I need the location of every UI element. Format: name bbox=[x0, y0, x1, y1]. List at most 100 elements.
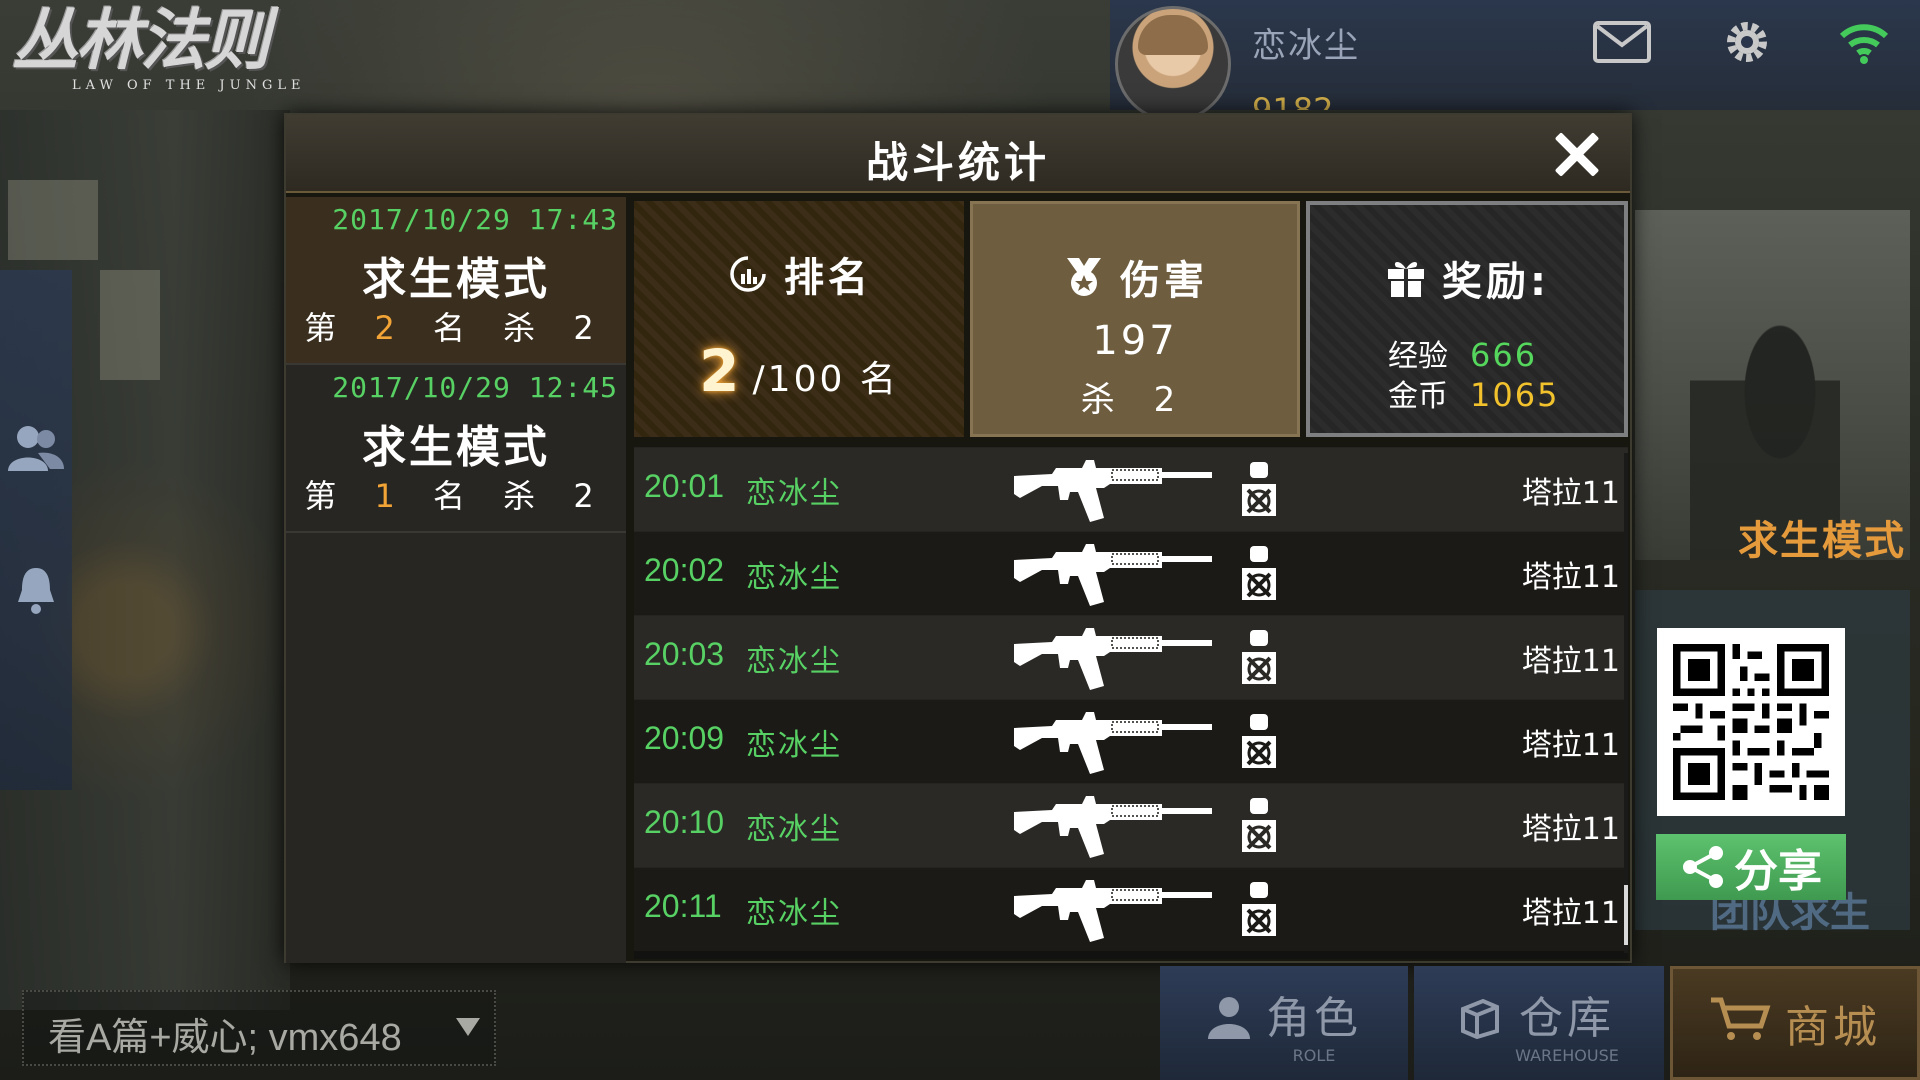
kill-feed-row: 20:01 恋冰尘 塔拉11 bbox=[634, 447, 1628, 531]
match-result: 第 2 名 杀 2 bbox=[304, 309, 608, 347]
chat-input[interactable]: 看A篇+威心; vmx648 bbox=[22, 990, 496, 1066]
kill-time: 20:10 bbox=[644, 804, 725, 840]
background-note bbox=[8, 180, 98, 260]
logo-subtitle: LAW OF THE JUNGLE bbox=[72, 78, 306, 93]
kill-feed-row: 20:02 恋冰尘 塔拉11 bbox=[634, 531, 1628, 615]
match-date: 2017/10/29 12:45 bbox=[332, 371, 618, 404]
share-button[interactable]: 分享 bbox=[1656, 834, 1846, 900]
chat-text: 看A篇+威心; vmx648 bbox=[48, 1017, 402, 1059]
close-button[interactable] bbox=[1546, 123, 1608, 185]
tab-role[interactable]: 角色 ROLE bbox=[1160, 966, 1408, 1080]
match-mode: 求生模式 bbox=[362, 422, 550, 473]
dialog-header: 战斗统计 bbox=[286, 115, 1630, 193]
rifle-icon bbox=[1014, 796, 1212, 858]
match-result: 第 1 名 杀 2 bbox=[304, 477, 608, 515]
rank-total: /100 名 bbox=[752, 359, 899, 400]
person-icon bbox=[1206, 995, 1252, 1051]
killer-name: 恋冰尘 bbox=[746, 812, 842, 847]
game-logo: 丛林法则 LAW OF THE JUNGLE bbox=[12, 4, 352, 100]
reward-exp: 经验 666 bbox=[1388, 336, 1538, 374]
wifi-icon bbox=[1832, 10, 1896, 74]
share-label: 分享 bbox=[1734, 846, 1822, 897]
bell-icon[interactable] bbox=[6, 560, 66, 620]
victim-name: 塔拉11 bbox=[1521, 560, 1620, 595]
gift-icon bbox=[1384, 256, 1428, 300]
killer-name: 恋冰尘 bbox=[746, 644, 842, 679]
killer-name: 恋冰尘 bbox=[746, 476, 842, 511]
headshot-icon bbox=[1242, 546, 1276, 600]
logo-title: 丛林法则 bbox=[12, 2, 270, 79]
damage-value: 197 bbox=[1092, 318, 1178, 364]
tab-store-label: 商城 bbox=[1785, 1002, 1881, 1053]
rifle-icon bbox=[1014, 460, 1212, 522]
cart-icon bbox=[1709, 994, 1771, 1052]
match-rank: 2 bbox=[374, 309, 409, 347]
match-history-item[interactable]: 2017/10/29 17:43 求生模式 第 2 名 杀 2 bbox=[286, 197, 626, 365]
profile-bar bbox=[1110, 0, 1920, 110]
damage-card: 伤害 197 杀 2 bbox=[970, 201, 1300, 437]
match-mode: 求生模式 bbox=[362, 254, 550, 305]
gear-icon[interactable] bbox=[1715, 10, 1779, 74]
player-name: 恋冰尘 bbox=[1252, 26, 1360, 66]
tab-role-sublabel: ROLE bbox=[1292, 1045, 1336, 1065]
reward-gold: 金币 1065 bbox=[1388, 376, 1560, 414]
killer-name: 恋冰尘 bbox=[746, 560, 842, 595]
kill-time: 20:11 bbox=[644, 888, 722, 924]
exp-value: 666 bbox=[1470, 336, 1538, 374]
rifle-icon bbox=[1014, 712, 1212, 774]
medal-icon bbox=[1062, 255, 1106, 299]
kill-feed-row: 20:03 恋冰尘 塔拉11 bbox=[634, 615, 1628, 699]
rank-label: 排名 bbox=[784, 255, 872, 301]
kill-feed-table: 20:01 恋冰尘 塔拉11 20:02 恋冰尘 塔拉11 20:03 恋冰尘 … bbox=[634, 447, 1628, 959]
gold-counter: 9182 bbox=[1252, 91, 1334, 110]
rank-value: 2 bbox=[699, 337, 743, 405]
victim-name: 塔拉11 bbox=[1521, 812, 1620, 847]
qr-code bbox=[1657, 628, 1845, 816]
headshot-icon bbox=[1242, 798, 1276, 852]
headshot-icon bbox=[1242, 714, 1276, 768]
tab-store[interactable]: 商城 bbox=[1670, 966, 1920, 1080]
match-history-item[interactable]: 2017/10/29 12:45 求生模式 第 1 名 杀 2 bbox=[286, 365, 626, 533]
avatar[interactable] bbox=[1115, 6, 1231, 122]
share-icon bbox=[1683, 846, 1723, 888]
dialog-title: 战斗统计 bbox=[865, 138, 1050, 187]
kill-feed-row: 20:09 恋冰尘 塔拉11 bbox=[634, 699, 1628, 783]
headshot-icon bbox=[1242, 882, 1276, 936]
chevron-down-icon[interactable] bbox=[456, 1018, 480, 1036]
kill-feed-row: 20:11 恋冰尘 塔拉11 bbox=[634, 867, 1628, 951]
kill-time: 20:03 bbox=[644, 636, 725, 672]
mode-preview-label: 求生模式 bbox=[1738, 518, 1906, 564]
kill-time: 20:09 bbox=[644, 720, 725, 756]
headshot-icon bbox=[1242, 462, 1276, 516]
damage-kills: 杀 2 bbox=[1080, 380, 1190, 420]
tab-warehouse[interactable]: 仓库 WAREHOUSE bbox=[1414, 966, 1664, 1080]
reward-label: 奖励: bbox=[1442, 259, 1550, 305]
rifle-icon bbox=[1014, 544, 1212, 606]
match-date: 2017/10/29 17:43 bbox=[332, 203, 618, 236]
kill-time: 20:01 bbox=[644, 468, 725, 504]
rank-icon bbox=[726, 252, 770, 296]
victim-name: 塔拉11 bbox=[1521, 644, 1620, 679]
victim-name: 塔拉11 bbox=[1521, 896, 1620, 931]
feed-scrollbar-thumb[interactable] bbox=[1624, 885, 1628, 945]
tab-warehouse-sublabel: WAREHOUSE bbox=[1515, 1045, 1619, 1065]
friends-icon[interactable] bbox=[6, 418, 66, 478]
headshot-icon bbox=[1242, 630, 1276, 684]
kill-time: 20:02 bbox=[644, 552, 725, 588]
rifle-icon bbox=[1014, 880, 1212, 942]
killer-name: 恋冰尘 bbox=[746, 896, 842, 931]
damage-label: 伤害 bbox=[1120, 258, 1208, 304]
tab-warehouse-label: 仓库 bbox=[1519, 992, 1615, 1044]
rifle-icon bbox=[1014, 628, 1212, 690]
victim-name: 塔拉11 bbox=[1521, 476, 1620, 511]
victim-name: 塔拉11 bbox=[1521, 728, 1620, 763]
gold-value: 1065 bbox=[1470, 376, 1560, 414]
mail-icon[interactable] bbox=[1590, 10, 1654, 74]
kill-feed-row: 20:10 恋冰尘 塔拉11 bbox=[634, 783, 1628, 867]
battle-stats-dialog: 战斗统计 2017/10/29 17:43 求生模式 第 2 名 杀 2 201… bbox=[284, 113, 1632, 963]
match-history-list: 2017/10/29 17:43 求生模式 第 2 名 杀 2 2017/10/… bbox=[286, 197, 626, 963]
rank-value-line: 2/100 名 bbox=[634, 337, 964, 405]
side-menu bbox=[0, 270, 72, 790]
match-kills: 2 bbox=[573, 477, 608, 515]
feed-scrollbar-track[interactable] bbox=[1624, 453, 1628, 953]
